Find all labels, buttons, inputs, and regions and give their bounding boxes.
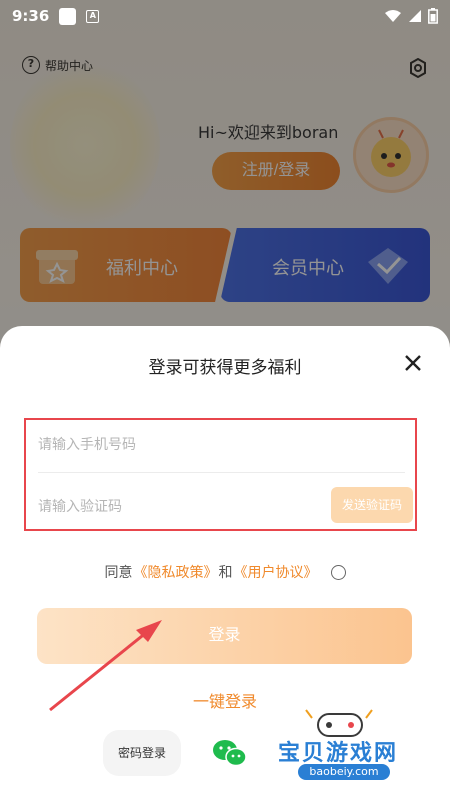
agree-radio[interactable] [330,564,346,580]
login-form-highlight: 请输入手机号码 请输入验证码 发送验证码 [24,418,417,531]
notification-icon [59,7,77,25]
status-bar: 9:36 A [0,0,450,32]
user-agreement-link[interactable]: 《用户协议》 [234,562,318,582]
wechat-login-icon[interactable] [212,738,248,768]
battery-icon [428,8,438,24]
send-code-button[interactable]: 发送验证码 [331,487,413,523]
notification-a-icon: A [86,9,100,23]
code-input[interactable]: 请输入验证码 [38,496,122,516]
password-login-button[interactable]: 密码登录 [103,730,181,776]
sheet-title: 登录可获得更多福利 [148,358,302,378]
agree-and: 和 [218,565,233,581]
signal-icon [409,10,421,22]
privacy-policy-link[interactable]: 《隐私政策》 [134,562,218,582]
close-icon[interactable] [402,352,424,374]
watermark-url: baobeiy.com [298,764,390,780]
phone-input[interactable]: 请输入手机号码 [38,434,136,454]
agree-prefix: 同意 [104,565,133,581]
wifi-icon [385,10,401,22]
status-time: 9:36 [12,7,50,25]
watermark-text: 宝贝游戏网 [278,741,399,766]
agreement-row: 同意 《隐私政策》 和 《用户协议》 [0,562,450,582]
field-divider [38,472,405,473]
annotation-arrow-icon [49,620,162,712]
